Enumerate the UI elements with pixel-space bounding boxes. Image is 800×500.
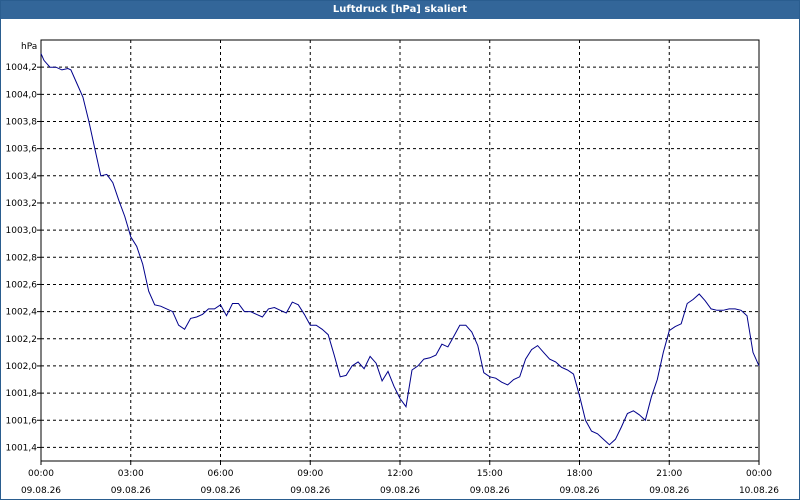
- y-tick-label: 1004,0: [6, 90, 38, 100]
- y-tick-label: 1003,0: [6, 226, 38, 236]
- y-tick-label: 1003,8: [6, 117, 38, 127]
- y-tick-label: 1001,4: [6, 443, 38, 453]
- line-chart: 1001,4 1001,6 1001,8 1002,0 1002,2 1002,4 1002…: [6, 39, 779, 496]
- x-tick-time: 21:00: [656, 469, 682, 479]
- x-tick-date: 09.08.26: [380, 486, 420, 496]
- y-tick-label: 1003,2: [6, 199, 38, 209]
- x-tick-time: 06:00: [208, 469, 234, 479]
- x-tick-time: 00:00: [28, 469, 54, 479]
- x-tick-time: 00:00: [746, 469, 772, 479]
- x-tick-date: 09.08.26: [21, 486, 61, 496]
- y-tick-label: 1003,4: [6, 172, 38, 182]
- y-tick-label: 1001,6: [6, 416, 38, 426]
- x-tick-time: 09:00: [297, 469, 323, 479]
- y-tick-label: 1003,6: [6, 145, 38, 155]
- x-tick-date: 09.08.26: [290, 486, 330, 496]
- y-tick-label: 1002,6: [6, 280, 38, 290]
- x-tick-date: 10.08.26: [739, 486, 779, 496]
- x-tick-time: 12:00: [387, 469, 413, 479]
- y-axis-ticks: 1001,4 1001,6 1001,8 1002,0 1002,2 1002,4 1002…: [6, 63, 41, 453]
- x-tick-time: 03:00: [118, 469, 144, 479]
- y-tick-label: 1002,8: [6, 253, 38, 263]
- y-tick-label: 1002,0: [6, 362, 38, 372]
- x-tick-time: 15:00: [477, 469, 503, 479]
- x-axis-ticks: 00:00 09.08.26 03:00 09.08.26 06:00 09.08.26 0…: [21, 461, 779, 496]
- x-tick-time: 18:00: [567, 469, 593, 479]
- y-tick-label: 1004,2: [6, 63, 38, 73]
- y-tick-label: 1002,4: [6, 308, 38, 318]
- x-tick-date: 09.08.26: [559, 486, 599, 496]
- x-tick-date: 09.08.26: [200, 486, 240, 496]
- x-tick-date: 09.08.26: [649, 486, 689, 496]
- y-axis-label: hPa: [21, 42, 37, 52]
- y-tick-label: 1002,2: [6, 335, 38, 345]
- y-tick-label: 1001,8: [6, 389, 38, 399]
- x-tick-date: 09.08.26: [470, 486, 510, 496]
- x-tick-date: 09.08.26: [111, 486, 151, 496]
- chart-window: Luftdruck [hPa] skaliert 1001,4 1001,6 100…: [0, 0, 800, 500]
